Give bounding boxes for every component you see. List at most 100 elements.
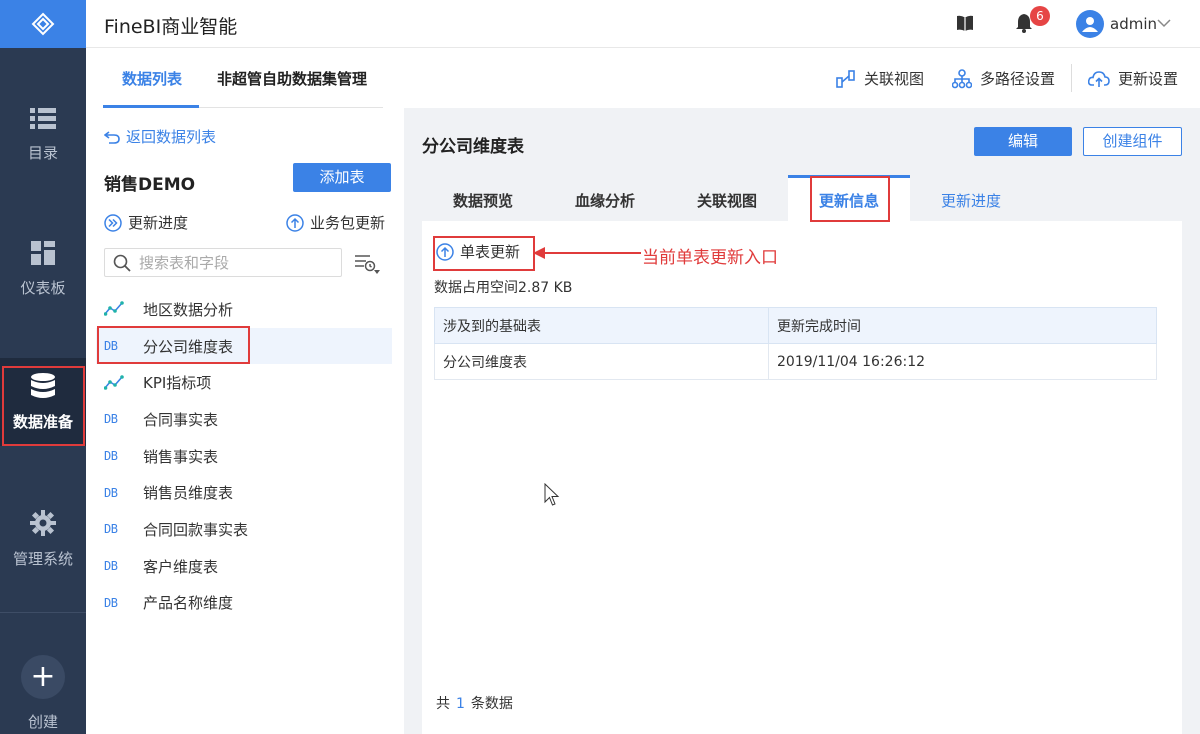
tab-self-service-dataset[interactable]: 非超管自助数据集管理 [217, 68, 367, 89]
update-settings-button[interactable]: 更新设置 [1088, 68, 1178, 89]
table-name: 客户维度表 [143, 557, 219, 576]
list-item[interactable]: KPI指标项 [96, 364, 392, 401]
update-settings-label: 更新设置 [1118, 70, 1179, 88]
package-update-link[interactable]: 业务包更新 [286, 212, 385, 233]
nav-divider [0, 612, 86, 613]
package-title: 销售DEMO [104, 175, 196, 195]
list-item[interactable]: DB 产品名称维度 [96, 585, 392, 622]
highlight-box-table [97, 326, 250, 364]
count-suffix: 条数据 [470, 696, 513, 712]
multipath-settings-label: 多路径设置 [980, 70, 1056, 88]
tab-relation-view[interactable]: 关联视图 [666, 175, 788, 221]
chevron-down-icon[interactable] [1157, 16, 1171, 30]
multipath-settings-button[interactable]: 多路径设置 [952, 68, 1055, 89]
tab-data-list[interactable]: 数据列表 [122, 68, 182, 89]
hierarchy-icon [952, 68, 972, 88]
table-row: 分公司维度表 2019/11/04 16:26:12 [434, 343, 1157, 380]
gear-icon [30, 509, 56, 536]
dashboard-icon [31, 240, 55, 265]
plus-icon[interactable]: + [21, 655, 65, 699]
table-name: 合同回款事实表 [143, 520, 249, 539]
list-item[interactable]: DB 客户维度表 [96, 548, 392, 585]
highlight-box-nav [2, 366, 85, 446]
nav-item-catalog[interactable]: 目录 [0, 90, 86, 180]
table-name: 合同事实表 [143, 410, 219, 429]
edit-button[interactable]: 编辑 [974, 127, 1072, 156]
db-table-icon: DB [104, 449, 118, 464]
self-dataset-icon [104, 301, 124, 317]
db-table-icon: DB [104, 522, 118, 537]
relation-view-button[interactable]: 关联视图 [836, 68, 924, 89]
db-table-icon: DB [104, 412, 118, 427]
list-item[interactable]: DB 销售事实表 [96, 438, 392, 475]
table-name: KPI指标项 [143, 374, 212, 393]
divider [1071, 64, 1072, 92]
back-to-list-link[interactable]: 返回数据列表 [104, 126, 216, 147]
add-table-button[interactable]: 添加表 [293, 163, 391, 192]
nav-label: 目录 [27, 143, 58, 162]
relation-view-label: 关联视图 [864, 70, 925, 88]
avatar[interactable] [1076, 10, 1104, 38]
table-list-panel: 返回数据列表 销售DEMO 添加表 更新进度 业务包更新 地区数据分析 DB 分… [86, 108, 404, 734]
relation-view-icon [836, 69, 855, 88]
sub-header: 数据列表 非超管自助数据集管理 关联视图 多路径设置 更新设置 [86, 48, 1200, 108]
search-input[interactable] [139, 253, 329, 272]
list-icon [30, 107, 56, 129]
record-count: 共 1 条数据 [436, 693, 513, 713]
annotation-arrow-icon [533, 247, 641, 259]
upload-circle-icon [286, 213, 304, 232]
highlight-box-tab [810, 176, 890, 222]
cloud-update-icon [1088, 70, 1110, 87]
update-table: 涉及到的基础表 更新完成时间 分公司维度表 2019/11/04 16:26:1… [434, 307, 1157, 380]
top-bar: FineBI商业智能 6 admin [86, 0, 1200, 48]
table-name: 地区数据分析 [143, 300, 234, 319]
user-icon [1082, 17, 1098, 32]
db-table-icon: DB [104, 485, 118, 500]
annotation-label: 当前单表更新入口 [642, 248, 778, 268]
list-item[interactable]: 地区数据分析 [96, 291, 392, 328]
filter-history-icon[interactable] [354, 253, 380, 275]
table-cell: 分公司维度表 [434, 343, 769, 380]
table-cell: 2019/11/04 16:26:12 [768, 343, 1157, 380]
user-name[interactable]: admin [1110, 15, 1157, 33]
table-detail-panel: 分公司维度表 编辑 创建组件 数据预览 血缘分析 关联视图 更新信息 更新进度 … [404, 108, 1200, 734]
highlight-box-single-update [433, 236, 535, 271]
table-name: 销售事实表 [143, 447, 219, 466]
nav-create[interactable]: + 创建 [0, 655, 86, 734]
tab-data-preview[interactable]: 数据预览 [422, 175, 544, 221]
package-update-label: 业务包更新 [310, 214, 386, 232]
book-icon[interactable] [956, 14, 974, 32]
update-info-content: 单表更新 数据占用空间2.87 KB 涉及到的基础表 更新完成时间 分公司维度表… [422, 221, 1182, 734]
tab-lineage[interactable]: 血缘分析 [544, 175, 666, 221]
db-table-icon: DB [104, 559, 118, 574]
db-table-icon: DB [104, 595, 118, 610]
count-number: 1 [456, 696, 465, 712]
double-chevron-icon [104, 213, 122, 232]
table-header-row: 涉及到的基础表 更新完成时间 [434, 307, 1157, 344]
update-progress-label: 更新进度 [128, 214, 189, 232]
search-box[interactable] [104, 248, 342, 277]
detail-tabs: 数据预览 血缘分析 关联视图 更新信息 更新进度 [422, 175, 1182, 221]
self-dataset-icon [104, 374, 124, 390]
space-usage: 数据占用空间2.87 KB [434, 280, 573, 296]
table-name: 产品名称维度 [143, 594, 234, 613]
finebi-logo-icon[interactable] [0, 0, 86, 48]
list-item[interactable]: DB 合同事实表 [96, 401, 392, 438]
back-to-list-label: 返回数据列表 [126, 128, 217, 146]
table-name: 销售员维度表 [143, 484, 234, 503]
column-header: 涉及到的基础表 [434, 307, 769, 344]
list-item[interactable]: DB 合同回款事实表 [96, 511, 392, 548]
notification-badge: 6 [1030, 6, 1050, 26]
nav-label: 仪表板 [20, 278, 66, 297]
mouse-pointer-icon [544, 483, 560, 506]
count-prefix: 共 [436, 696, 450, 712]
tab-update-progress[interactable]: 更新进度 [910, 175, 1032, 221]
nav-item-dashboard[interactable]: 仪表板 [0, 224, 86, 314]
create-component-button[interactable]: 创建组件 [1083, 127, 1182, 156]
list-item[interactable]: DB 销售员维度表 [96, 474, 392, 511]
back-arrow-icon [104, 130, 120, 144]
column-header: 更新完成时间 [768, 307, 1157, 344]
update-progress-link[interactable]: 更新进度 [104, 212, 188, 233]
nav-create-label: 创建 [27, 713, 58, 731]
nav-item-admin[interactable]: 管理系统 [0, 494, 86, 584]
